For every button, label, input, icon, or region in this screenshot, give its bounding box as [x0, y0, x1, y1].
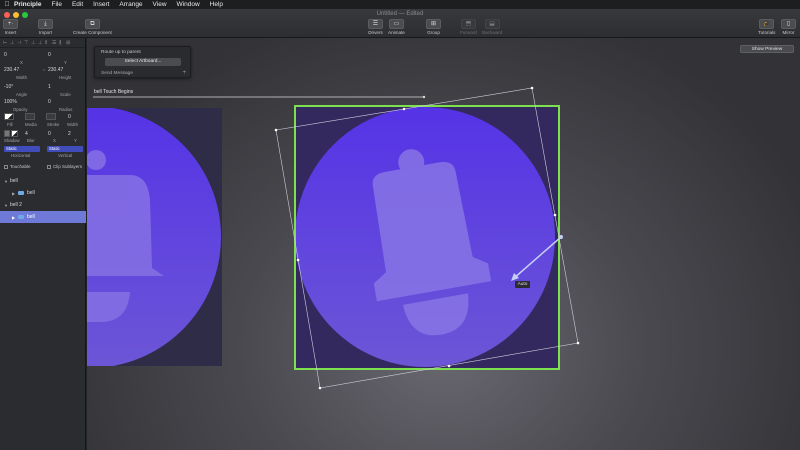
add-message-icon[interactable]: + — [182, 70, 186, 76]
artboard-bell[interactable] — [0, 106, 222, 368]
artboard-bell-2[interactable] — [295, 106, 559, 369]
show-preview-button[interactable]: Show Preview — [740, 45, 794, 53]
event-trigger-label[interactable]: bell Touch Begins — [94, 89, 133, 95]
event-line-end-icon — [422, 95, 426, 99]
send-message-label: Send Message — [101, 71, 133, 76]
route-popover: Route up to parent Select Artboard... Se… — [94, 46, 191, 78]
animation-auto-badge[interactable]: Auto — [515, 281, 530, 288]
arrow-origin-handle[interactable] — [559, 235, 563, 239]
select-artboard-button[interactable]: Select Artboard... — [105, 58, 181, 66]
route-up-label: Route up to parent — [101, 50, 141, 55]
